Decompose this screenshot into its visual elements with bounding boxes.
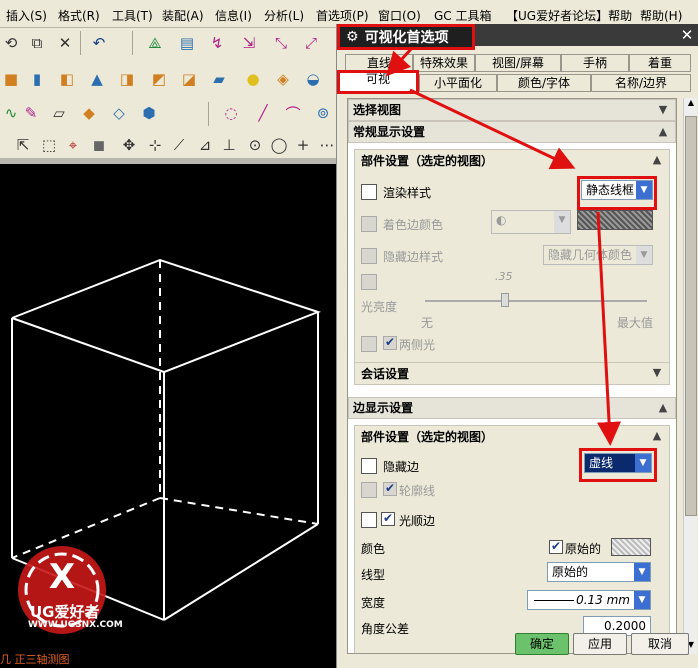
arrow-title-to-tab [385, 46, 414, 77]
annotation-arrows [385, 46, 622, 446]
arrow-tab-to-render [409, 88, 576, 170]
arrow-render-to-hidden [596, 211, 622, 446]
